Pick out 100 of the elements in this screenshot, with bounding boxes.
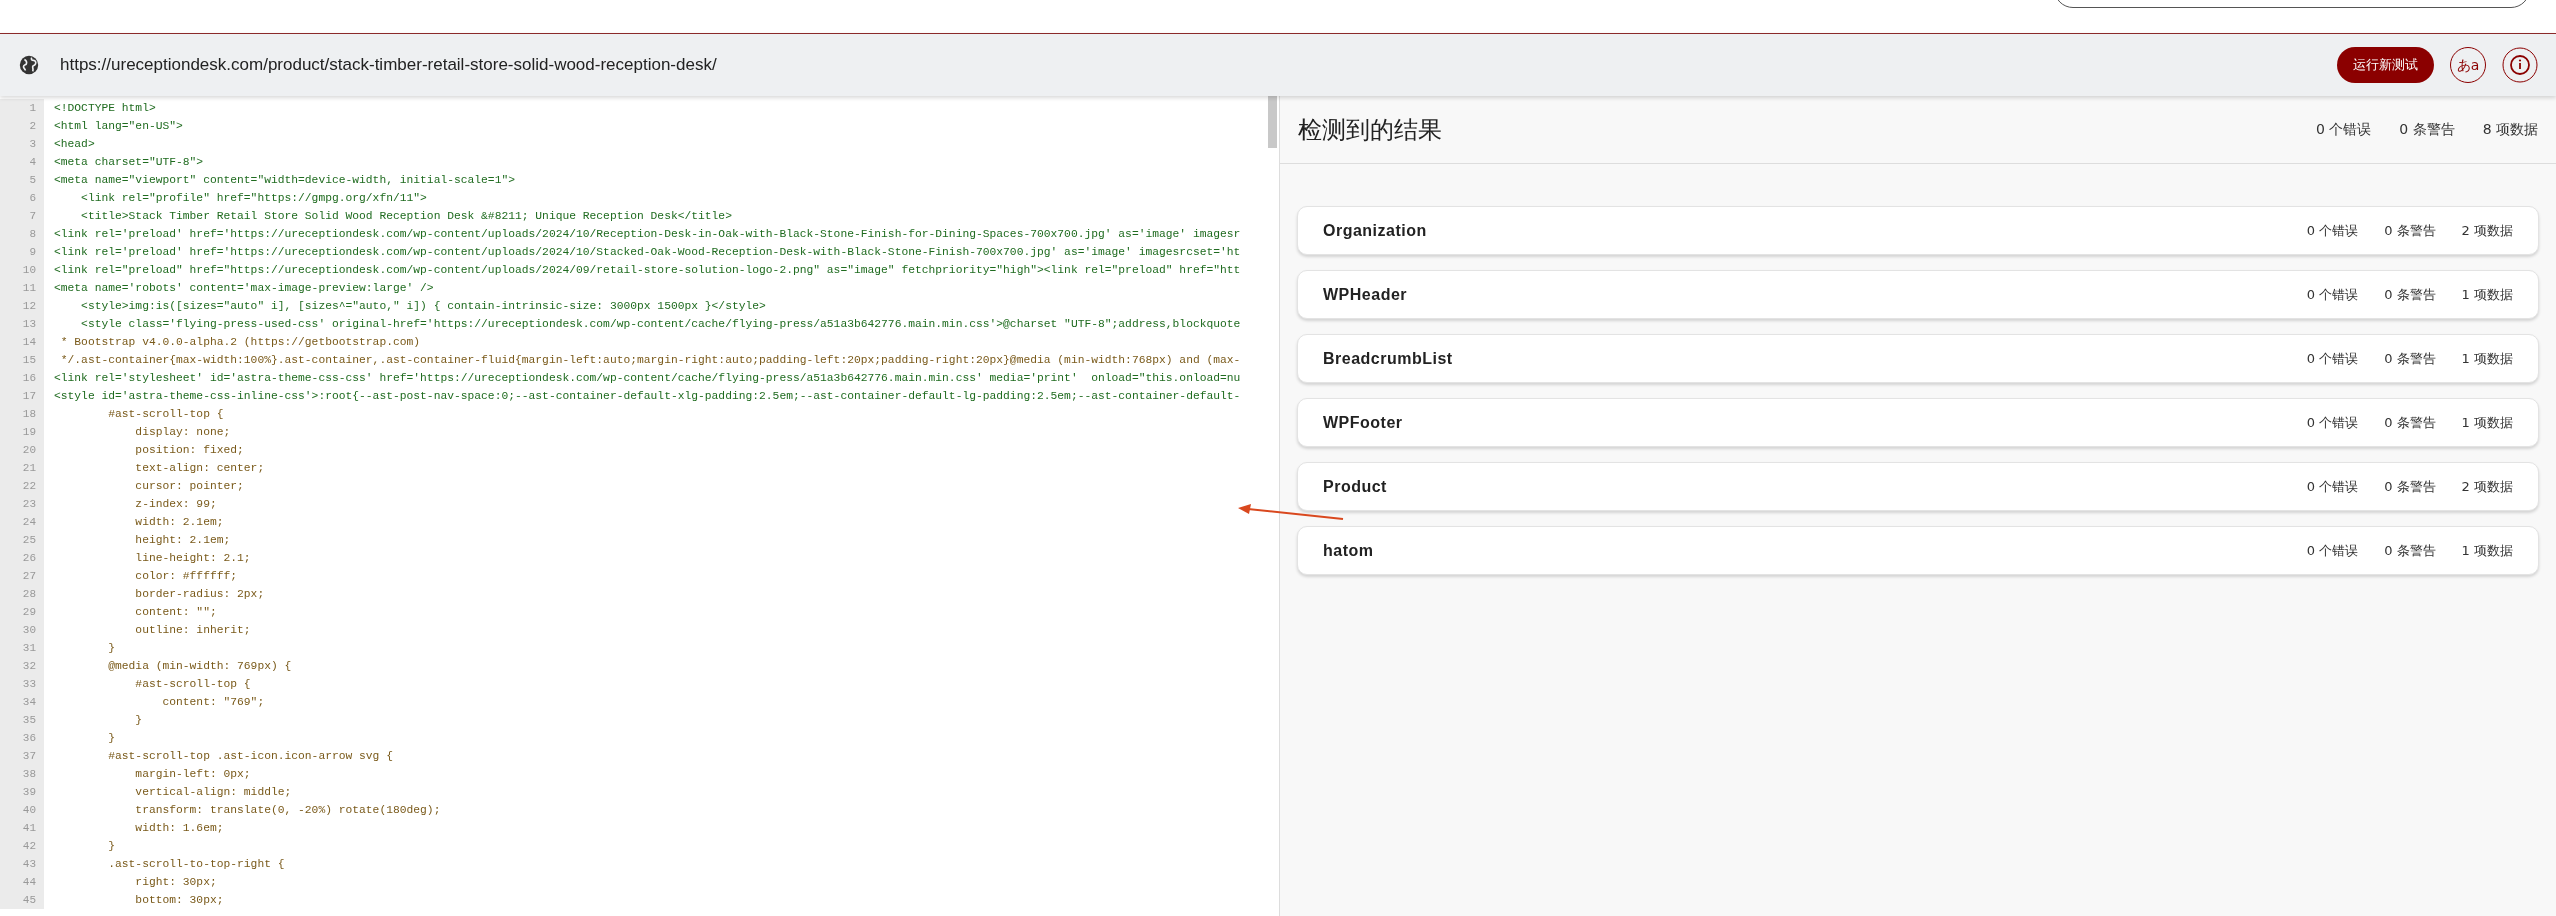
line-number: 37 — [0, 747, 44, 765]
line-number: 32 — [0, 657, 44, 675]
line-number: 3 — [0, 135, 44, 153]
line-number: 17 — [0, 387, 44, 405]
code-line: <link rel='preload' href='https://ureceptiondesk.com/wp-content/uploads/2024/10/Stacked-Oak-Wood-Reception-Desk-with-Black-Stone-Finish-700x700.jpg' as='image' imagesrcset='ht — [53, 244, 1241, 260]
line-number: 4 — [0, 153, 44, 171]
code-line: transform: translate(0, -20%) rotate(180deg); — [134, 802, 441, 818]
code-line: cursor: pointer; — [134, 478, 244, 494]
results-title: 检测到的结果 — [1298, 114, 1442, 146]
result-type: Product — [1323, 476, 1387, 497]
result-card[interactable]: WPFooter 0 个错误 0 条警告 1 项数据 — [1297, 398, 2539, 447]
line-number: 22 — [0, 477, 44, 495]
code-line: <meta charset="UTF-8"> — [53, 154, 204, 170]
code-line: } — [107, 838, 115, 854]
line-number: 1 — [0, 99, 44, 117]
line-number: 28 — [0, 585, 44, 603]
code-line: <title>Stack Timber Retail Store Solid Wood Reception Desk &#8211; Unique Reception Desk</title> — [80, 208, 732, 224]
result-card[interactable]: BreadcrumbList 0 个错误 0 条警告 1 项数据 — [1297, 334, 2539, 383]
code-line: #ast-scroll-top .ast-icon.icon-arrow svg { — [107, 748, 393, 764]
code-line: content: ""; — [134, 604, 217, 620]
warning-count: 0 条警告 — [2384, 413, 2436, 432]
warning-count: 0 条警告 — [2384, 477, 2436, 496]
line-number: 8 — [0, 225, 44, 243]
line-number: 29 — [0, 603, 44, 621]
line-number: 12 — [0, 297, 44, 315]
result-type: Organization — [1323, 220, 1427, 241]
warning-count: 0 条警告 — [2384, 285, 2436, 304]
line-number: 19 — [0, 423, 44, 441]
line-number: 14 — [0, 333, 44, 351]
result-card[interactable]: Product 0 个错误 0 条警告 2 项数据 — [1297, 462, 2539, 511]
line-number: 23 — [0, 495, 44, 513]
code-line: <style id='astra-theme-css-inline-css'>:root{--ast-post-nav-space:0;--ast-container-default-xlg-padding:2.5em;--ast-container-default-lg-padding:2.5em;--ast-container-default- — [53, 388, 1241, 404]
line-number: 45 — [0, 891, 44, 909]
line-number: 16 — [0, 369, 44, 387]
code-line: } — [134, 712, 143, 728]
line-number: 33 — [0, 675, 44, 693]
line-number: 25 — [0, 531, 44, 549]
line-number: 6 — [0, 189, 44, 207]
code-line: color: #ffffff; — [134, 568, 238, 584]
result-card[interactable]: Organization 0 个错误 0 条警告 2 项数据 — [1297, 206, 2539, 255]
line-number: 21 — [0, 459, 44, 477]
result-card[interactable]: hatom 0 个错误 0 条警告 1 项数据 — [1297, 526, 2539, 575]
line-number: 43 — [0, 855, 44, 873]
code-line: <!DOCTYPE html> — [53, 100, 156, 116]
error-count: 0 个错误 — [2306, 221, 2359, 240]
item-count: 1 项数据 — [2461, 541, 2513, 560]
line-number: 2 — [0, 117, 44, 135]
line-number: 42 — [0, 837, 44, 855]
code-line: } — [107, 640, 115, 656]
code-line: line-height: 2.1; — [134, 550, 251, 566]
warning-count: 0 条警告 — [2384, 221, 2436, 240]
code-line: <html lang="en-US"> — [53, 118, 183, 134]
result-card[interactable]: WPHeader 0 个错误 0 条警告 1 项数据 — [1297, 270, 2539, 319]
code-line: <style class='flying-press-used-css' original-href='https://ureceptiondesk.com/wp-content/cache/flying-press/a51a3b642776.main.min.css'>@charset "UTF-8";address,blockquote — [80, 316, 1241, 332]
code-line: right: 30px; — [134, 874, 217, 890]
code-line: margin-left: 0px; — [134, 766, 251, 782]
scrollbar[interactable] — [1268, 96, 1277, 148]
line-number: 20 — [0, 441, 44, 459]
line-number: 13 — [0, 315, 44, 333]
code-line: width: 2.1em; — [134, 514, 224, 530]
code-line: */.ast-container{max-width:100%}.ast-container,.ast-container-fluid{margin-left:auto;margin-right:auto;padding-left:20px;padding-right:20px}@media (min-width:768px) and (max- — [59, 352, 1241, 368]
code-line: height: 2.1em; — [134, 532, 231, 548]
item-count: 1 项数据 — [2461, 413, 2513, 432]
run-test-button[interactable]: 运行新测试 — [2337, 47, 2434, 83]
code-line: content: "769"; — [161, 694, 265, 710]
code-line: position: fixed; — [134, 442, 244, 458]
item-count: 1 项数据 — [2461, 349, 2513, 368]
code-line: <meta name="viewport" content="width=device-width, initial-scale=1"> — [53, 172, 515, 188]
line-number: 34 — [0, 693, 44, 711]
warning-count: 0 条警告 — [2384, 349, 2436, 368]
url-text: https://ureceptiondesk.com/product/stack-timber-retail-store-solid-wood-reception-desk/ — [60, 54, 717, 77]
result-type: hatom — [1323, 540, 1374, 561]
item-count: 8 项数据 — [2482, 120, 2538, 139]
info-icon[interactable] — [2502, 47, 2538, 83]
code-line: #ast-scroll-top { — [107, 406, 224, 422]
line-number: 24 — [0, 513, 44, 531]
error-count: 0 个错误 — [2306, 477, 2359, 496]
code-line: <head> — [53, 136, 95, 152]
code-line: <link rel='stylesheet' id='astra-theme-css-css' href='https://ureceptiondesk.com/wp-content/cache/flying-press/a51a3b642776.main.min.css' media='print' onload="this.onload=nu — [53, 370, 1241, 386]
warning-count: 0 条警告 — [2399, 120, 2455, 139]
line-number: 30 — [0, 621, 44, 639]
result-type: WPHeader — [1323, 284, 1408, 305]
error-count: 0 个错误 — [2306, 413, 2359, 432]
code-line: .ast-scroll-to-top-right { — [107, 856, 285, 872]
code-line: border-radius: 2px; — [134, 586, 265, 602]
line-number: 18 — [0, 405, 44, 423]
error-count: 0 个错误 — [2306, 541, 2359, 560]
code-line: display: none; — [134, 424, 231, 440]
line-number: 39 — [0, 783, 44, 801]
code-line: outline: inherit; — [134, 622, 251, 638]
line-number: 31 — [0, 639, 44, 657]
code-line: bottom: 30px; — [134, 892, 224, 908]
line-number: 15 — [0, 351, 44, 369]
result-type: WPFooter — [1323, 412, 1403, 433]
item-count: 1 项数据 — [2461, 285, 2513, 304]
line-number: 35 — [0, 711, 44, 729]
code-line: * Bootstrap v4.0.0-alpha.2 (https://getbootstrap.com) — [59, 334, 421, 350]
line-number: 5 — [0, 171, 44, 189]
code-line: } — [107, 730, 115, 746]
error-count: 0 个错误 — [2315, 120, 2372, 139]
